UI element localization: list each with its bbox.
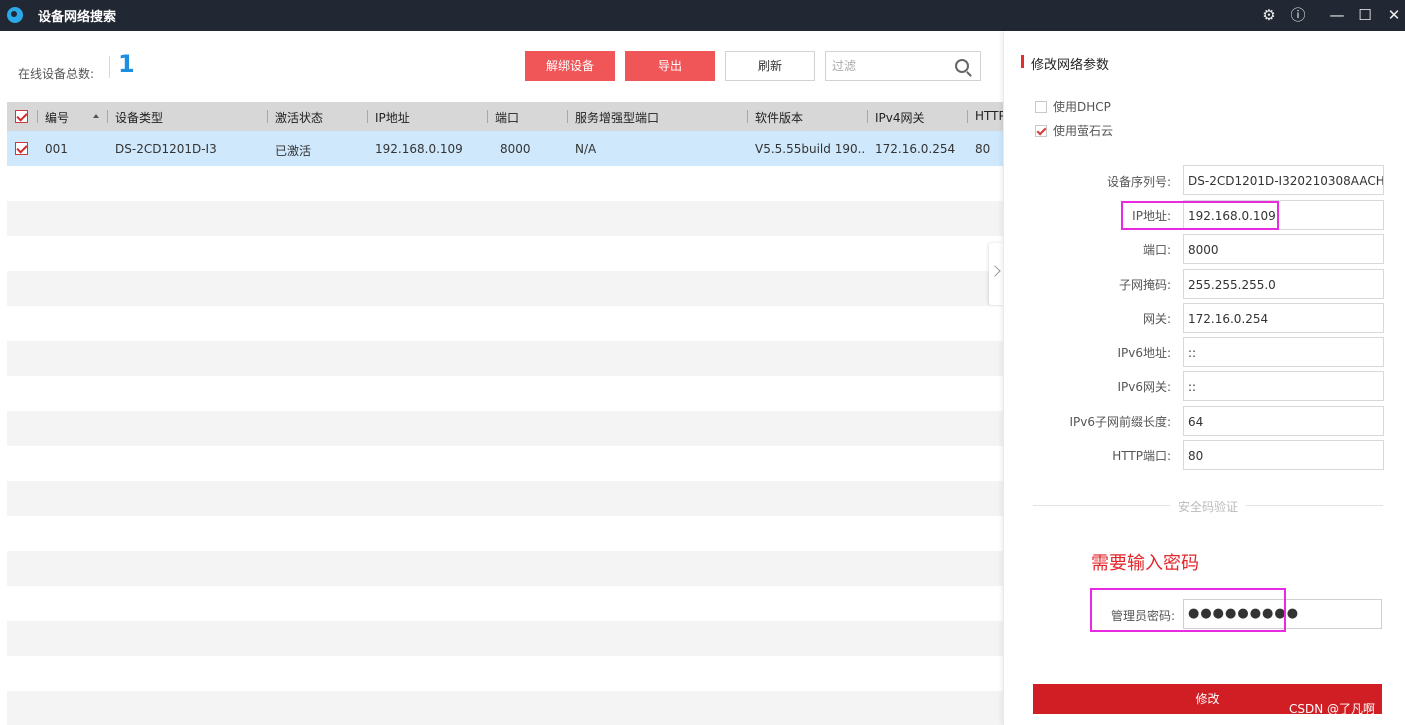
cell-port: 8000 — [500, 142, 531, 156]
cell-software-version: V5.5.55build 190... — [755, 142, 865, 156]
network-params-panel: 修改网络参数 使用DHCP 使用萤石云 设备序列号: DS-2CD1201D-I… — [1003, 31, 1405, 725]
password-annotation: 需要输入密码 — [1091, 553, 1199, 574]
online-count-label: 在线设备总数: — [18, 67, 95, 81]
cell-http: 80 — [975, 142, 991, 156]
cell-device-type: DS-2CD1201D-I3 — [115, 142, 217, 156]
table-header: 编号 设备类型 激活状态 IP地址 端口 服务增强型端口 软件版本 IPv4网关… — [7, 102, 1003, 131]
subnet-mask-label: 子网掩码: — [1118, 278, 1171, 292]
cell-ip: 192.168.0.109 — [375, 142, 463, 156]
empty-row — [7, 481, 1003, 516]
column-header-ip[interactable]: IP地址 — [375, 109, 410, 126]
select-all-checkbox[interactable] — [15, 110, 28, 123]
empty-row — [7, 621, 1003, 656]
cell-id: 001 — [45, 142, 68, 156]
column-header-http[interactable]: HTTP — [975, 109, 1003, 123]
minimize-icon[interactable]: — — [1326, 4, 1348, 26]
app-logo-icon — [7, 7, 23, 23]
window-title: 设备网络搜索 — [38, 10, 117, 25]
divider — [109, 56, 110, 78]
http-port-value: 80 — [1188, 449, 1204, 463]
online-count-value: 1 — [118, 50, 135, 78]
ezviz-cloud-checkbox[interactable] — [1035, 125, 1047, 137]
gateway-field[interactable]: 172.16.0.254 — [1183, 303, 1384, 333]
refresh-button[interactable]: 刷新 — [725, 51, 815, 81]
ezviz-cloud-label: 使用萤石云 — [1053, 124, 1114, 138]
ipv6-prefix-length-field[interactable]: 64 — [1183, 406, 1384, 436]
ipv6-gateway-field[interactable]: :: — [1183, 371, 1384, 401]
dhcp-option[interactable]: 使用DHCP — [1035, 98, 1111, 115]
filter-box — [825, 51, 981, 81]
security-section-label: 安全码验证 — [1170, 498, 1247, 515]
port-field[interactable]: 8000 — [1183, 234, 1384, 264]
search-icon[interactable] — [955, 59, 969, 73]
panel-title: 修改网络参数 — [1031, 58, 1110, 73]
column-divider — [367, 110, 368, 123]
filter-input[interactable] — [832, 57, 948, 75]
ipv6-address-field[interactable]: :: — [1183, 337, 1384, 367]
column-header-activation[interactable]: 激活状态 — [275, 109, 323, 126]
column-divider — [487, 110, 488, 123]
subnet-mask-field[interactable]: 255.255.255.0 — [1183, 269, 1384, 299]
column-divider — [37, 110, 38, 123]
http-port-label: HTTP端口: — [1112, 449, 1171, 463]
empty-row — [7, 271, 1003, 306]
column-header-software-version[interactable]: 软件版本 — [755, 109, 803, 126]
title-accent-bar — [1021, 55, 1024, 68]
serial-number-label: 设备序列号: — [1106, 175, 1171, 189]
close-icon[interactable]: ✕ — [1383, 4, 1405, 26]
dhcp-label: 使用DHCP — [1053, 100, 1111, 114]
empty-row — [7, 341, 1003, 376]
chevron-right-icon — [989, 265, 1001, 277]
table-row[interactable]: 001 DS-2CD1201D-I3 已激活 192.168.0.109 800… — [7, 131, 1003, 166]
row-checkbox[interactable] — [15, 142, 28, 155]
info-icon[interactable]: ⓘ — [1287, 4, 1309, 26]
column-header-enhanced-port[interactable]: 服务增强型端口 — [575, 109, 659, 126]
subnet-mask-value: 255.255.255.0 — [1188, 278, 1276, 292]
ip-address-highlight-box — [1121, 201, 1279, 230]
ipv6-gateway-value: :: — [1188, 380, 1197, 394]
export-button[interactable]: 导出 — [625, 51, 715, 81]
empty-row — [7, 691, 1003, 725]
ipv6-address-label: IPv6地址: — [1117, 346, 1171, 360]
maximize-icon[interactable]: ☐ — [1354, 4, 1376, 26]
ipv6-prefix-length-value: 64 — [1188, 415, 1204, 429]
cell-enhanced-port: N/A — [575, 142, 597, 156]
column-divider — [747, 110, 748, 123]
settings-icon[interactable]: ⚙ — [1258, 4, 1280, 26]
empty-row — [7, 411, 1003, 446]
password-highlight-box — [1090, 588, 1286, 632]
column-divider — [967, 110, 968, 123]
unbind-device-button[interactable]: 解绑设备 — [525, 51, 615, 81]
column-divider — [567, 110, 568, 123]
column-divider — [267, 110, 268, 123]
gateway-value: 172.16.0.254 — [1188, 312, 1269, 326]
gateway-label: 网关: — [1142, 312, 1171, 326]
column-header-ipv4-gateway[interactable]: IPv4网关 — [875, 109, 925, 126]
ipv6-gateway-label: IPv6网关: — [1117, 380, 1171, 394]
column-divider — [867, 110, 868, 123]
watermark: CSDN @了凡啊 — [1289, 702, 1376, 716]
column-header-id[interactable]: 编号 — [45, 109, 69, 126]
sort-ascending-icon[interactable] — [93, 114, 99, 118]
device-table: 编号 设备类型 激活状态 IP地址 端口 服务增强型端口 软件版本 IPv4网关… — [7, 102, 1003, 725]
ipv6-prefix-length-label: IPv6子网前缀长度: — [1069, 415, 1171, 429]
empty-row — [7, 201, 1003, 236]
http-port-field[interactable]: 80 — [1183, 440, 1384, 470]
serial-number-field[interactable]: DS-2CD1201D-I320210308AACHF6 — [1183, 165, 1384, 195]
port-label: 端口: — [1142, 243, 1171, 257]
cell-ipv4-gateway: 172.16.0.254 — [875, 142, 956, 156]
dhcp-checkbox[interactable] — [1035, 101, 1047, 113]
column-header-port[interactable]: 端口 — [495, 109, 519, 126]
column-header-device-type[interactable]: 设备类型 — [115, 109, 163, 126]
serial-number-value: DS-2CD1201D-I320210308AACHF6 — [1188, 174, 1384, 188]
column-divider — [107, 110, 108, 123]
ezviz-cloud-option[interactable]: 使用萤石云 — [1035, 122, 1113, 139]
device-list-area: 在线设备总数: 1 解绑设备 导出 刷新 编号 设备类型 激活状态 IP地址 端… — [0, 31, 1003, 725]
port-value: 8000 — [1188, 243, 1219, 257]
cell-activation: 已激活 — [275, 144, 312, 158]
ipv6-address-value: :: — [1188, 346, 1197, 360]
empty-row — [7, 551, 1003, 586]
collapse-panel-toggle[interactable] — [989, 243, 1003, 305]
title-bar: 设备网络搜索 ⚙ ⓘ — ☐ ✕ — [0, 0, 1405, 31]
